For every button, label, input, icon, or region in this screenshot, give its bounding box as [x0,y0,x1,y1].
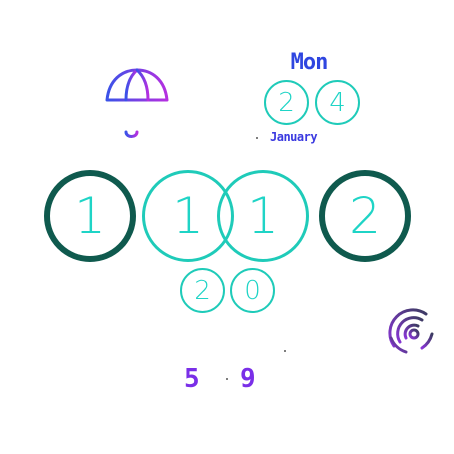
steps-digit: 9 [240,364,256,394]
second-digit-ring: 0 [230,268,275,313]
second-digit-ring: 2 [180,268,225,313]
separator-dot [226,378,228,380]
minute-digit-ring: 2 [319,170,411,262]
steps-digit: 5 [184,364,200,394]
minute-digit: 2 [349,187,381,245]
second-digit: 2 [194,275,211,306]
day-digit: 4 [329,87,346,118]
separator-dot [284,350,286,352]
minute-digit-ring: 1 [217,170,309,262]
hour-digit: 1 [172,187,204,245]
day-digit: 2 [278,87,295,118]
hour-digit: 1 [74,187,106,245]
day-digit-ring: 2 [264,80,309,125]
weekday-label: Mon [290,50,329,75]
second-digit: 0 [244,275,261,306]
month-label: January [270,130,318,144]
hour-digit-ring: 1 [44,170,136,262]
day-digit-ring: 4 [315,80,360,125]
separator-dot [256,137,258,139]
watch-face: Mon 2 4 January 1 1 1 2 2 0 5 9 [0,0,454,454]
umbrella-icon [102,62,172,142]
minute-digit: 1 [247,187,279,245]
wifi-icon [388,308,436,356]
